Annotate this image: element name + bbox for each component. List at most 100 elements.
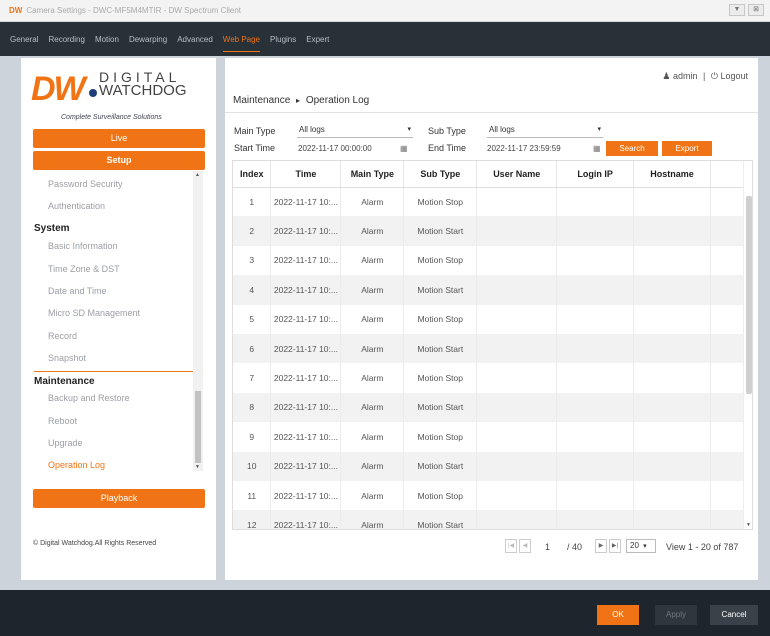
column-header-index[interactable]: Index [233,161,272,188]
cell-hostname [633,363,711,393]
tab-motion[interactable]: Motion [95,35,119,44]
sidebar-item-date-time[interactable]: Date and Time [48,286,107,296]
end-time-input[interactable]: 2022-11-17 23:59:59 [487,144,561,153]
cell-login-ip [556,216,635,246]
table-row[interactable]: 3 2022-11-17 10:... Alarm Motion Stop [233,245,752,276]
sidebar-item-reboot[interactable]: Reboot [48,416,77,426]
main-type-value: All logs [299,125,325,134]
cell-user-name [476,510,558,529]
logo-tagline: Complete Surveillance Solutions [61,114,162,121]
cell-user-name [476,422,558,452]
table-row[interactable]: 2 2022-11-17 10:... Alarm Motion Start [233,216,752,246]
tab-dewarping[interactable]: Dewarping [129,35,167,44]
sidebar-item-authentication[interactable]: Authentication [48,201,105,211]
window-controls: ▼ ⊠ [729,4,764,16]
tab-advanced[interactable]: Advanced [177,35,213,44]
tab-plugins[interactable]: Plugins [270,35,296,44]
table-row[interactable]: 8 2022-11-17 10:... Alarm Motion Start [233,392,752,423]
sidebar-item-basic-information[interactable]: Basic Information [48,241,118,251]
tab-recording[interactable]: Recording [48,35,84,44]
table-row[interactable]: 6 2022-11-17 10:... Alarm Motion Start [233,333,752,364]
scrollbar-thumb[interactable] [746,196,752,394]
settings-tabs: General Recording Motion Dewarping Advan… [0,22,770,56]
table-row[interactable]: 11 2022-11-17 10:... Alarm Motion Stop [233,480,752,511]
cancel-button[interactable]: Cancel [710,605,758,625]
cell-hostname [633,480,711,511]
cell-index: 7 [233,363,272,393]
cell-time: 2022-11-17 10:... [270,275,342,305]
column-header-user-name[interactable]: User Name [476,161,558,188]
sidebar-item-micro-sd[interactable]: Micro SD Management [48,308,140,318]
apply-button[interactable]: Apply [655,605,697,625]
prev-page-icon[interactable]: ◀ [519,539,531,553]
table-row[interactable]: 7 2022-11-17 10:... Alarm Motion Stop [233,363,752,393]
cell-time: 2022-11-17 10:... [270,304,342,334]
tab-expert[interactable]: Expert [306,35,329,44]
cell-time: 2022-11-17 10:... [270,451,342,481]
table-header-row: Index Time Main Type Sub Type User Name … [233,161,752,188]
live-button[interactable]: Live [33,129,205,148]
start-time-input[interactable]: 2022-11-17 00:00:00 [298,144,372,153]
cell-index: 3 [233,245,272,276]
scroll-down-icon[interactable]: ▼ [195,464,200,470]
cell-hostname [633,275,711,305]
scroll-down-icon[interactable]: ▼ [746,522,751,528]
column-header-main-type[interactable]: Main Type [340,161,405,188]
table-row[interactable]: 4 2022-11-17 10:... Alarm Motion Start [233,275,752,305]
calendar-icon[interactable]: ▦ [400,144,408,153]
sub-type-select[interactable]: All logs ▾ [487,125,603,138]
calendar-icon[interactable]: ▦ [593,144,601,153]
chevron-down-icon: ▾ [597,126,601,133]
scrollbar-thumb[interactable] [195,391,201,463]
chevron-down-icon: ▾ [643,543,647,550]
column-header-hostname[interactable]: Hostname [633,161,711,188]
ok-button[interactable]: OK [597,605,639,625]
cell-main-type: Alarm [340,304,405,334]
sidebar-item-password-security[interactable]: Password Security [48,179,123,189]
first-page-icon[interactable]: |◀ [505,539,517,553]
page-size-select[interactable]: 20 ▾ [626,539,656,553]
column-header-login-ip[interactable]: Login IP [556,161,635,188]
main-type-select[interactable]: All logs ▾ [297,125,413,138]
cell-user-name [476,392,558,423]
minimize-button[interactable]: ▼ [729,4,745,16]
tab-web-page[interactable]: Web Page [222,35,261,52]
table-row[interactable]: 9 2022-11-17 10:... Alarm Motion Stop [233,422,752,452]
tab-general[interactable]: General [10,35,38,44]
search-button[interactable]: Search [606,141,658,156]
cell-time: 2022-11-17 10:... [270,510,342,529]
sidebar-item-operation-log[interactable]: Operation Log [48,460,105,470]
cell-login-ip [556,422,635,452]
close-button[interactable]: ⊠ [748,4,764,16]
playback-button[interactable]: Playback [33,489,205,508]
sidebar-item-backup-restore[interactable]: Backup and Restore [48,393,130,403]
sidebar-item-time-zone[interactable]: Time Zone & DST [48,264,120,274]
table-scrollbar[interactable]: ▼ [743,161,752,529]
cell-sub-type: Motion Start [403,451,478,481]
cell-hostname [633,451,711,481]
last-page-icon[interactable]: ▶| [609,539,621,553]
table-row[interactable]: 10 2022-11-17 10:... Alarm Motion Start [233,451,752,481]
cell-sub-type: Motion Stop [403,245,478,276]
next-page-icon[interactable]: ▶ [595,539,607,553]
setup-button[interactable]: Setup [33,151,205,170]
cell-time: 2022-11-17 10:... [270,333,342,364]
cell-sub-type: Motion Stop [403,363,478,393]
export-button[interactable]: Export [662,141,712,156]
sidebar-item-snapshot[interactable]: Snapshot [48,353,86,363]
column-header-sub-type[interactable]: Sub Type [403,161,478,188]
logout-link[interactable]: Logout [720,71,748,81]
sidebar-item-upgrade[interactable]: Upgrade [48,438,83,448]
current-page-input[interactable]: 1 [545,542,550,552]
cell-user-name [476,363,558,393]
table-row[interactable]: 12 2022-11-17 10:... Alarm Motion Start [233,510,752,529]
table-row[interactable]: 5 2022-11-17 10:... Alarm Motion Stop [233,304,752,334]
sidebar-item-record[interactable]: Record [48,331,77,341]
table-row[interactable]: 1 2022-11-17 10:... Alarm Motion Stop [233,187,752,217]
cell-index: 6 [233,333,272,364]
sidebar-scrollbar[interactable]: ▲ ▼ [193,171,203,471]
scroll-up-icon[interactable]: ▲ [195,172,200,178]
cell-login-ip [556,451,635,481]
column-header-time[interactable]: Time [270,161,342,188]
power-icon[interactable]: ⏻ [711,71,718,81]
